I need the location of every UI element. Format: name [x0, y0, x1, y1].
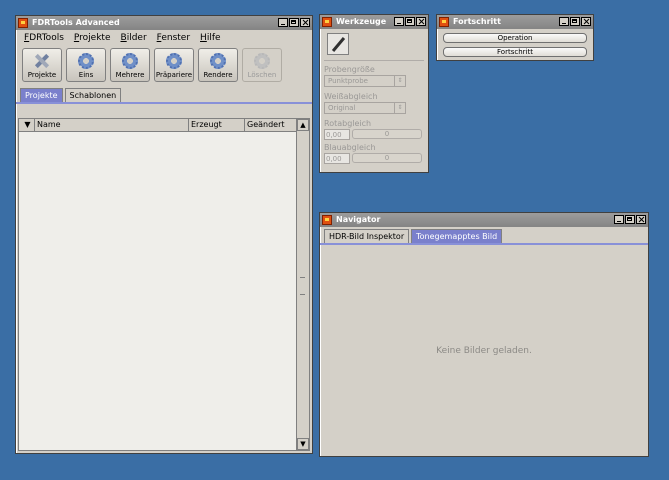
tab-schablonen[interactable]: Schablonen	[64, 88, 122, 102]
maximize-icon[interactable]	[570, 17, 580, 26]
eyedropper-icon	[331, 37, 346, 52]
navigator-titlebar[interactable]: Navigator	[320, 213, 648, 227]
gear-icon	[122, 53, 138, 69]
gear-icon	[254, 53, 270, 69]
navigator-content: Keine Bilder geladen.	[320, 245, 648, 456]
overall-progress: Fortschritt	[443, 47, 587, 57]
fortschritt-title: Fortschritt	[453, 17, 501, 26]
gear-icon	[210, 53, 226, 69]
eyedropper-button[interactable]	[327, 33, 349, 55]
project-table[interactable]: ▼ Name Erzeugt Geändert ▲ ▼	[18, 118, 310, 451]
vertical-scrollbar[interactable]: ▲ ▼	[296, 119, 309, 450]
probe-label: Probengröße	[324, 65, 375, 74]
mehrere-button-label: Mehrere	[115, 71, 145, 79]
column-erzeugt[interactable]: Erzeugt	[189, 119, 245, 131]
gear-icon	[166, 53, 182, 69]
praepariere-button[interactable]: Präpariere	[154, 48, 194, 82]
red-slider[interactable]: 0	[352, 129, 422, 139]
spinner-icon: ⇕	[394, 103, 405, 113]
red-label: Rotabgleich	[324, 119, 372, 128]
blue-slider[interactable]: 0	[352, 153, 422, 163]
scroll-up-icon: ▲	[300, 121, 306, 129]
menu-fenster[interactable]: Fenster	[157, 30, 190, 46]
werkzeuge-titlebar[interactable]: Werkzeuge	[320, 15, 428, 29]
close-icon[interactable]	[636, 215, 646, 224]
table-header: ▼ Name Erzeugt Geändert	[19, 119, 309, 132]
wb-label: Weißabgleich	[324, 92, 378, 101]
spinner-icon: ⇕	[394, 76, 405, 86]
fortschritt-titlebar[interactable]: Fortschritt	[437, 15, 593, 29]
main-tabs: Projekte Schablonen	[16, 86, 312, 104]
projekte-button-label: Projekte	[27, 71, 57, 79]
scroll-down-icon: ▼	[300, 440, 306, 448]
tab-tonegemapptes-bild[interactable]: Tonegemapptes Bild	[411, 229, 503, 243]
wb-select[interactable]: Original ⇕	[324, 102, 406, 114]
menu-fdrtools[interactable]: FDRTools	[24, 30, 64, 46]
column-geaendert[interactable]: Geändert	[245, 119, 297, 131]
minimize-icon[interactable]	[559, 17, 569, 26]
loeschen-button-label: Löschen	[247, 71, 277, 79]
menu-bilder[interactable]: Bilder	[121, 30, 147, 46]
app-icon	[322, 17, 332, 27]
sort-toggle[interactable]: ▼	[19, 119, 35, 131]
eins-button[interactable]: Eins	[66, 48, 106, 82]
projekte-button[interactable]: Projekte	[22, 48, 62, 82]
app-icon	[18, 18, 28, 28]
maximize-icon[interactable]	[405, 17, 415, 26]
rendere-button-label: Rendere	[203, 71, 233, 79]
app-icon	[439, 17, 449, 27]
fortschritt-window: Fortschritt Operation Fortschritt	[436, 14, 594, 61]
main-titlebar[interactable]: FDRTools Advanced	[16, 16, 312, 30]
rendere-button[interactable]: Rendere	[198, 48, 238, 82]
app-icon	[322, 215, 332, 225]
minimize-icon[interactable]	[278, 18, 288, 27]
navigator-tabs: HDR-Bild Inspektor Tonegemapptes Bild	[320, 227, 648, 245]
divider	[324, 60, 424, 61]
operation-progress: Operation	[443, 33, 587, 43]
main-window: FDRTools Advanced FDRTools Projekte Bild…	[15, 15, 313, 454]
mehrere-button[interactable]: Mehrere	[110, 48, 150, 82]
scroll-down-button[interactable]: ▼	[297, 438, 309, 450]
empty-message: Keine Bilder geladen.	[436, 345, 532, 356]
navigator-title: Navigator	[336, 215, 381, 224]
loeschen-button[interactable]: Löschen	[242, 48, 282, 82]
werkzeuge-title: Werkzeuge	[336, 17, 387, 26]
column-name[interactable]: Name	[35, 119, 189, 131]
probe-select[interactable]: Punktprobe ⇕	[324, 75, 406, 87]
scroll-grip-icon[interactable]	[300, 277, 305, 295]
blue-label: Blauabgleich	[324, 143, 376, 152]
gear-icon	[78, 53, 94, 69]
tab-hdr-inspektor[interactable]: HDR-Bild Inspektor	[324, 229, 410, 243]
menu-hilfe[interactable]: Hilfe	[200, 30, 221, 46]
close-icon[interactable]	[300, 18, 310, 27]
menu-projekte[interactable]: Projekte	[74, 30, 111, 46]
probe-select-value: Punktprobe	[328, 77, 368, 85]
eins-button-label: Eins	[78, 71, 94, 79]
main-window-title: FDRTools Advanced	[32, 18, 120, 27]
minimize-icon[interactable]	[394, 17, 404, 26]
close-icon[interactable]	[581, 17, 591, 26]
triangle-down-icon: ▼	[24, 120, 31, 129]
close-icon[interactable]	[416, 17, 426, 26]
maximize-icon[interactable]	[289, 18, 299, 27]
wb-select-value: Original	[328, 104, 356, 112]
navigator-window: Navigator HDR-Bild Inspektor Tonegemappt…	[319, 212, 649, 457]
red-value-field[interactable]: 0,00	[324, 129, 350, 140]
wrench-icon	[33, 53, 51, 69]
minimize-icon[interactable]	[614, 215, 624, 224]
maximize-icon[interactable]	[625, 215, 635, 224]
menubar: FDRTools Projekte Bilder Fenster Hilfe	[16, 30, 312, 46]
werkzeuge-window: Werkzeuge Probengröße Punktprobe ⇕ Weißab…	[319, 14, 429, 173]
praepariere-button-label: Präpariere	[155, 71, 193, 79]
toolbar: Projekte Eins Mehrere Präpariere Rendere…	[16, 46, 312, 86]
blue-value-field[interactable]: 0,00	[324, 153, 350, 164]
tab-projekte[interactable]: Projekte	[20, 88, 63, 102]
scroll-up-button[interactable]: ▲	[297, 119, 309, 131]
